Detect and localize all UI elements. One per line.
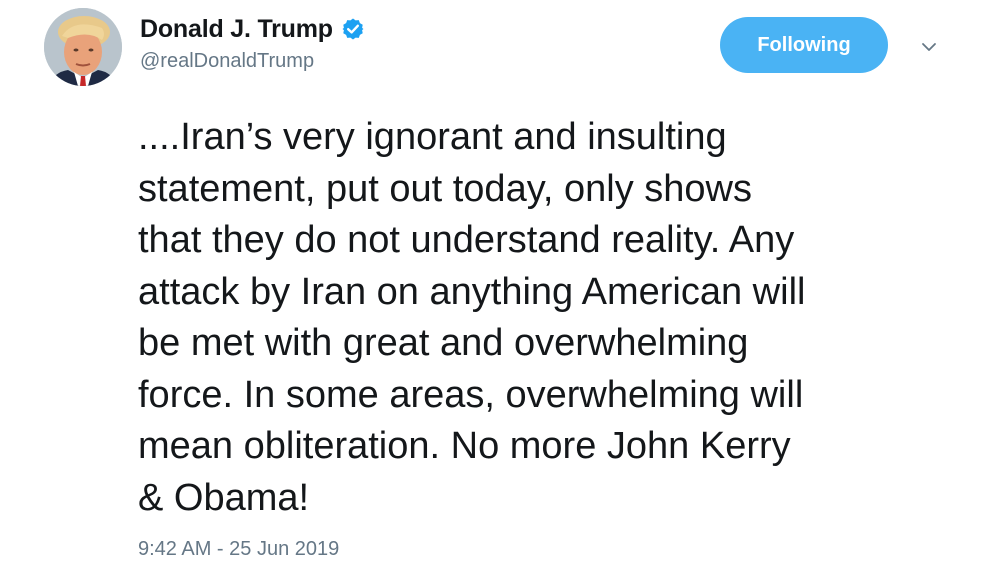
tweet-card: Donald J. Trump @realDonaldTrump Followi… bbox=[0, 0, 1000, 563]
avatar[interactable] bbox=[44, 8, 122, 86]
tweet-timestamp[interactable]: 9:42 AM - 25 Jun 2019 bbox=[138, 538, 339, 561]
display-name[interactable]: Donald J. Trump bbox=[140, 15, 333, 44]
tweet-text-line: statement, put out today, only shows bbox=[138, 167, 752, 210]
verified-badge-icon bbox=[341, 17, 365, 41]
author-name-row: Donald J. Trump bbox=[140, 12, 365, 46]
tweet-text-line: force. In some areas, overwhelming will bbox=[138, 373, 804, 416]
tweet-text-line: that they do not understand reality. Any bbox=[138, 219, 795, 261]
tweet-text-line: ....Iran’s very ignorant and insulting bbox=[138, 116, 727, 158]
tweet-text-line: & Obama! bbox=[138, 476, 310, 519]
following-button[interactable]: Following bbox=[720, 17, 888, 73]
tweet-text-line: be met with great and overwhelming bbox=[138, 322, 749, 364]
profile-photo-icon bbox=[44, 8, 122, 86]
tweet-text: ....Iran’s very ignorant and insulting s… bbox=[138, 112, 978, 524]
author-handle[interactable]: @realDonaldTrump bbox=[140, 50, 314, 73]
tweet-text-line: attack by Iran on anything American will bbox=[138, 270, 806, 313]
chevron-down-icon[interactable] bbox=[918, 36, 940, 58]
tweet-text-line: mean obliteration. No more John Kerry bbox=[138, 425, 791, 467]
